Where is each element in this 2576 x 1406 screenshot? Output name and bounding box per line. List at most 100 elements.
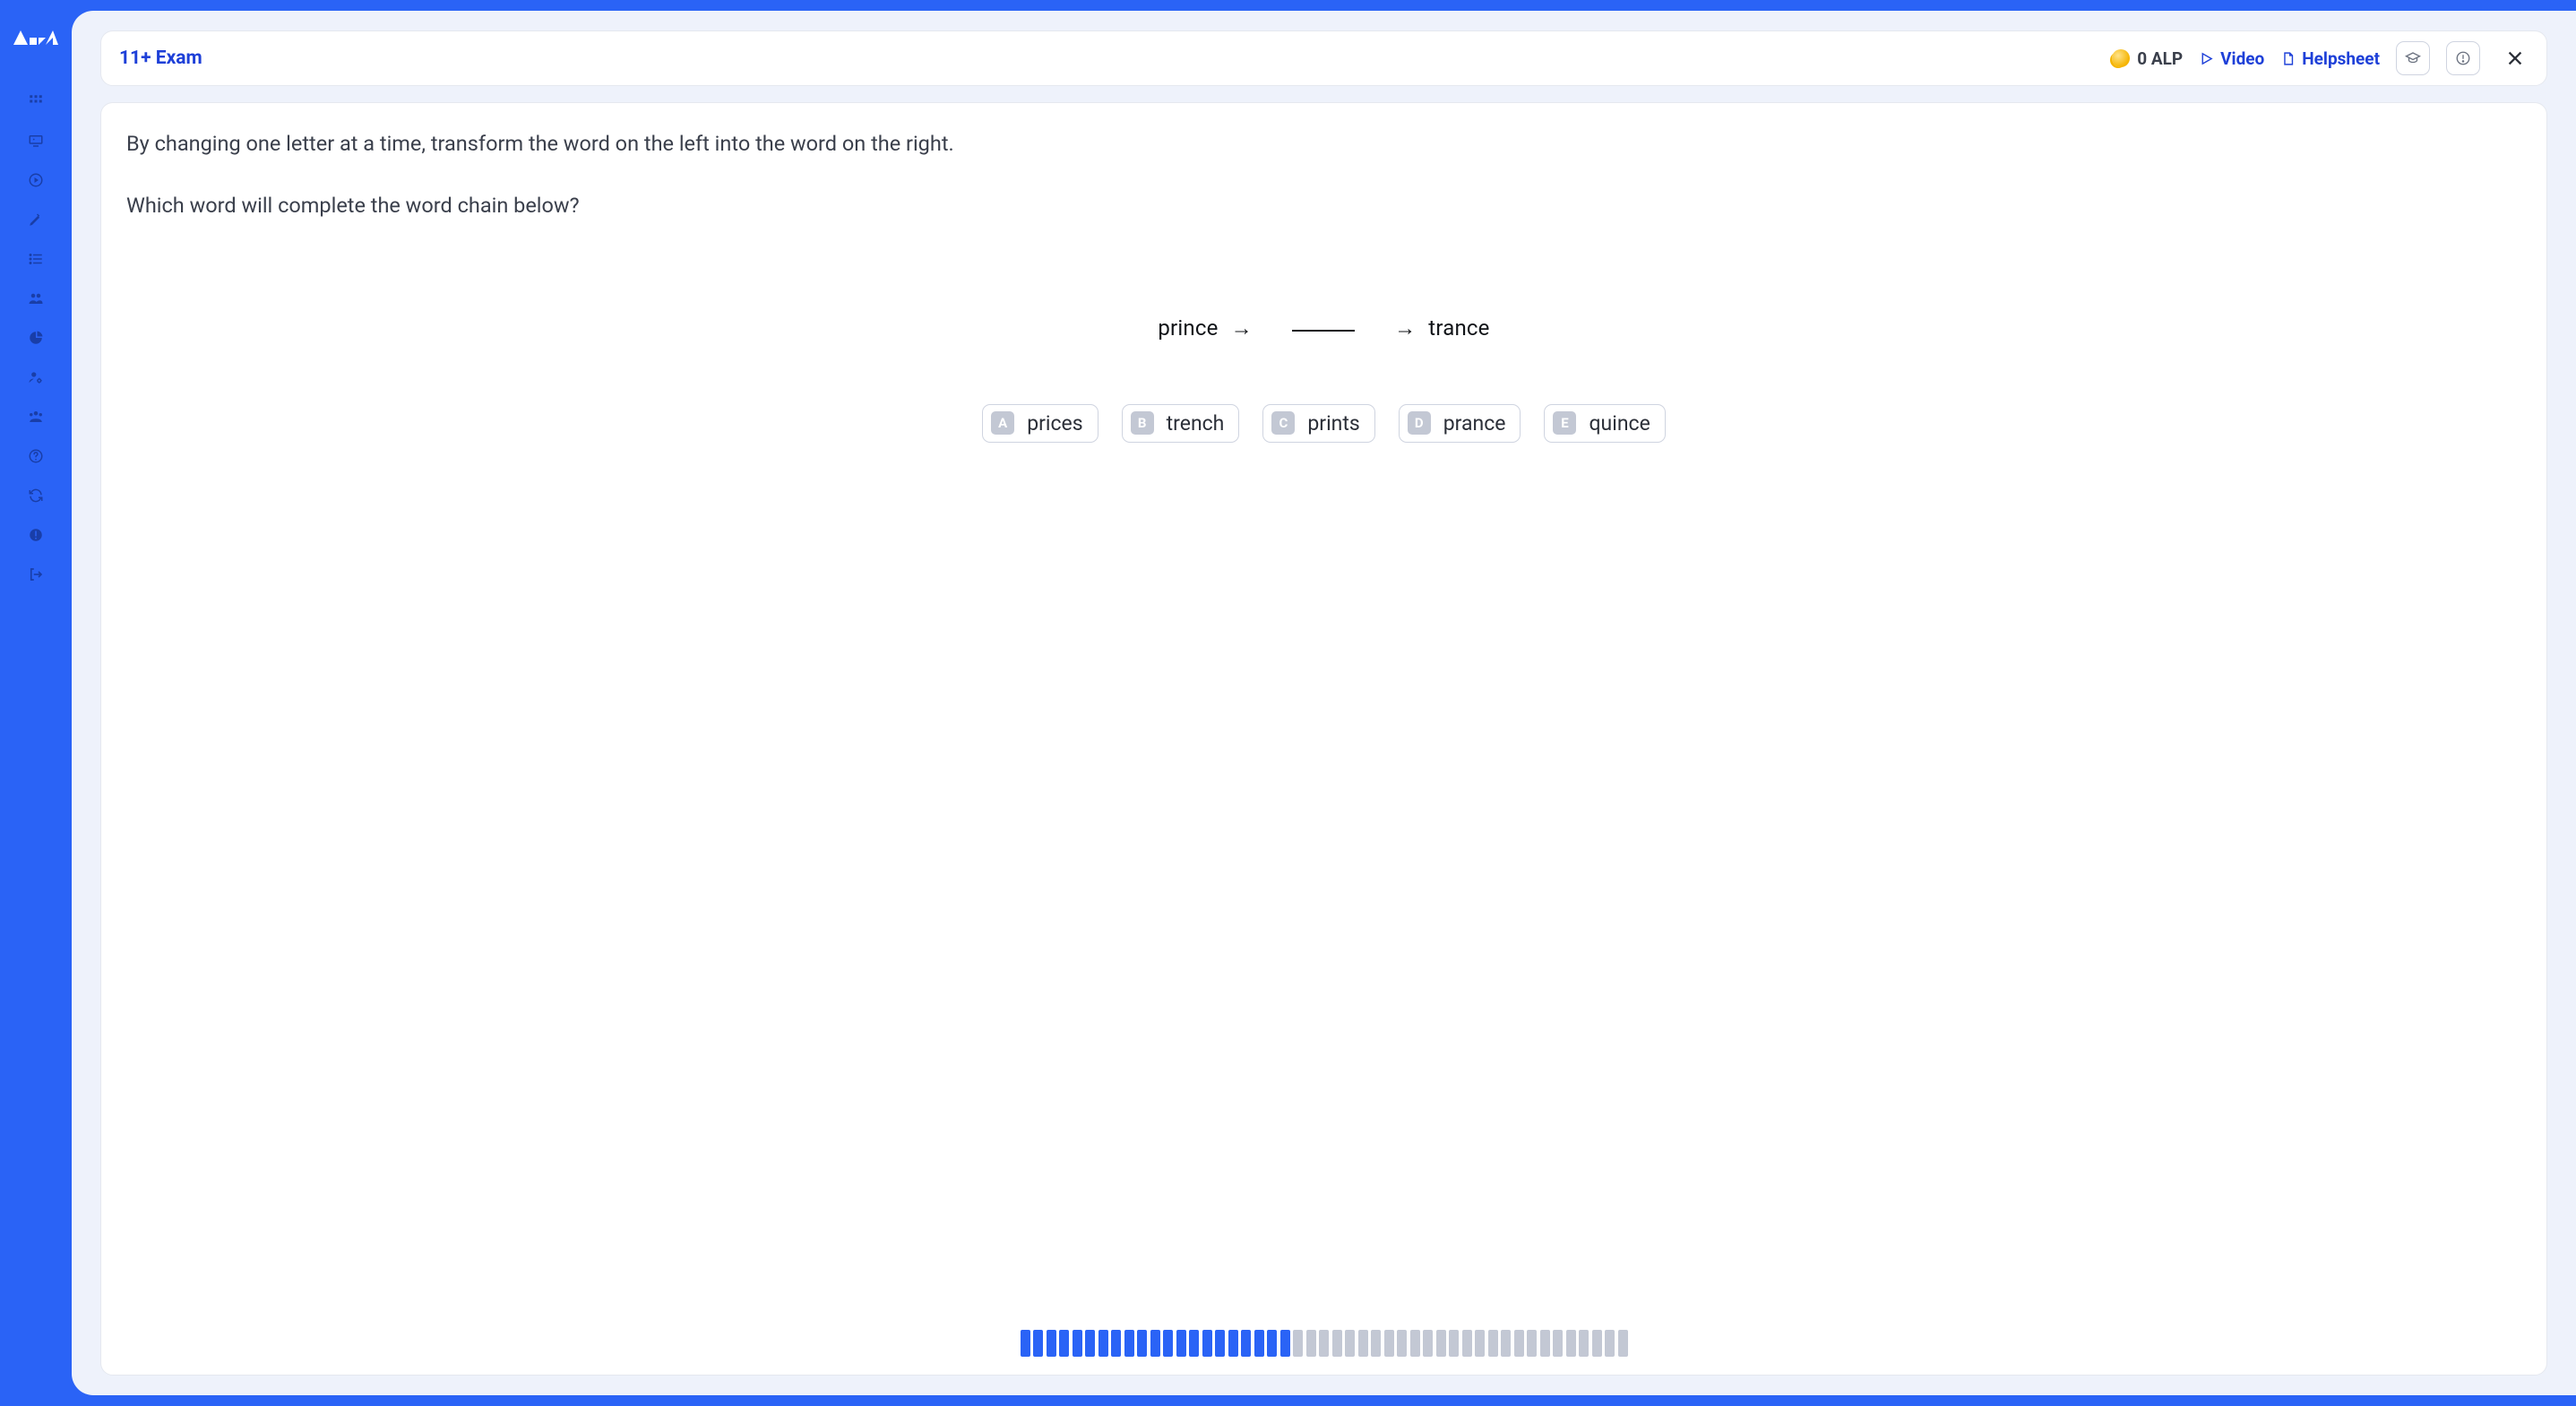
graduate-button[interactable] — [2396, 41, 2430, 75]
question-card: By changing one letter at a time, transf… — [100, 102, 2547, 1376]
grid-icon[interactable] — [18, 83, 54, 119]
user-gear-icon[interactable] — [18, 359, 54, 395]
refresh-icon[interactable] — [18, 478, 54, 513]
option-label: trench — [1167, 411, 1225, 436]
document-icon — [2280, 51, 2296, 66]
progress-tick — [1189, 1330, 1199, 1357]
page-title: 11+ Exam — [119, 47, 202, 69]
close-icon — [2505, 48, 2525, 68]
progress-tick — [1462, 1330, 1472, 1357]
progress-tick — [1306, 1330, 1316, 1357]
option-label: prices — [1027, 411, 1082, 436]
alert-icon[interactable] — [18, 517, 54, 553]
progress-tick — [1605, 1330, 1615, 1357]
option-key: C — [1271, 411, 1295, 435]
progress-tick — [1137, 1330, 1147, 1357]
progress-tick — [1150, 1330, 1160, 1357]
progress-tick — [1241, 1330, 1251, 1357]
progress-tick — [1047, 1330, 1056, 1357]
option-e[interactable]: E quince — [1544, 404, 1665, 443]
progress-tick — [1345, 1330, 1355, 1357]
pie-icon[interactable] — [18, 320, 54, 356]
progress-tick — [1618, 1330, 1628, 1357]
main-panel: 11+ Exam 0 ALP Video Helpsheet — [72, 11, 2576, 1395]
progress-tick — [1579, 1330, 1589, 1357]
progress-tick — [1514, 1330, 1524, 1357]
progress-tick — [1358, 1330, 1368, 1357]
option-label: quince — [1589, 411, 1650, 436]
progress-tick — [1111, 1330, 1121, 1357]
progress-tick — [1566, 1330, 1576, 1357]
question-line-1: By changing one letter at a time, transf… — [126, 128, 2521, 160]
option-c[interactable]: C prints — [1262, 404, 1374, 443]
video-label: Video — [2220, 48, 2264, 69]
option-b[interactable]: B trench — [1122, 404, 1240, 443]
progress-tick — [1540, 1330, 1550, 1357]
arrow-icon: → — [1394, 315, 1416, 341]
screen-icon[interactable] — [18, 123, 54, 159]
pencil-icon[interactable] — [18, 202, 54, 237]
progress-tick — [1423, 1330, 1433, 1357]
progress-tick — [1332, 1330, 1342, 1357]
alp-label: 0 ALP — [2137, 48, 2183, 69]
coins-icon — [2112, 49, 2130, 67]
option-key: D — [1408, 411, 1431, 435]
progress-tick — [1319, 1330, 1329, 1357]
progress-tick — [1371, 1330, 1381, 1357]
progress-tick — [1527, 1330, 1537, 1357]
progress-tick — [1280, 1330, 1290, 1357]
progress-tick — [1254, 1330, 1264, 1357]
progress-tick — [1293, 1330, 1303, 1357]
word-chain: prince → → trance — [126, 315, 2521, 341]
list-icon[interactable] — [18, 241, 54, 277]
video-link[interactable]: Video — [2199, 48, 2264, 69]
progress-tick — [1228, 1330, 1238, 1357]
progress-tick — [1475, 1330, 1485, 1357]
progress-tick — [1124, 1330, 1134, 1357]
progress-tick — [1488, 1330, 1498, 1357]
option-key: A — [991, 411, 1014, 435]
question-text: By changing one letter at a time, transf… — [126, 128, 2521, 253]
group-icon[interactable] — [18, 399, 54, 435]
option-key: B — [1131, 411, 1154, 435]
helpsheet-link[interactable]: Helpsheet — [2280, 48, 2380, 69]
progress-tick — [1436, 1330, 1446, 1357]
logout-icon[interactable] — [18, 556, 54, 592]
progress-tick — [1163, 1330, 1173, 1357]
progress-tick — [1215, 1330, 1225, 1357]
arrow-icon: → — [1231, 315, 1253, 341]
progress-tick — [1397, 1330, 1407, 1357]
chain-blank — [1292, 330, 1355, 332]
progress-tick — [1501, 1330, 1511, 1357]
option-d[interactable]: D prance — [1399, 404, 1521, 443]
progress-tick — [1085, 1330, 1095, 1357]
progress-tick — [1592, 1330, 1602, 1357]
graduation-cap-icon — [2405, 50, 2421, 66]
progress-tick — [1449, 1330, 1459, 1357]
close-button[interactable] — [2502, 45, 2529, 72]
option-label: prints — [1307, 411, 1359, 436]
progress-tick — [1033, 1330, 1043, 1357]
play-circle-icon[interactable] — [18, 162, 54, 198]
answer-options: A prices B trench C prints D prance E — [126, 404, 2521, 443]
progress-tick — [1098, 1330, 1108, 1357]
progress-tick — [1384, 1330, 1394, 1357]
sidebar — [0, 0, 72, 1406]
progress-tick — [1267, 1330, 1277, 1357]
progress-bar — [126, 1303, 2521, 1357]
alp-balance: 0 ALP — [2112, 48, 2183, 69]
progress-tick — [1073, 1330, 1082, 1357]
progress-tick — [1059, 1330, 1069, 1357]
chain-word-right: trance — [1428, 315, 1489, 341]
option-label: prance — [1443, 411, 1506, 436]
users-icon[interactable] — [18, 280, 54, 316]
progress-tick — [1410, 1330, 1420, 1357]
progress-tick — [1553, 1330, 1563, 1357]
option-key: E — [1553, 411, 1576, 435]
option-a[interactable]: A prices — [982, 404, 1098, 443]
chain-word-left: prince — [1158, 315, 1218, 341]
progress-tick — [1202, 1330, 1212, 1357]
report-button[interactable] — [2446, 41, 2480, 75]
topbar: 11+ Exam 0 ALP Video Helpsheet — [100, 30, 2547, 86]
help-icon[interactable] — [18, 438, 54, 474]
